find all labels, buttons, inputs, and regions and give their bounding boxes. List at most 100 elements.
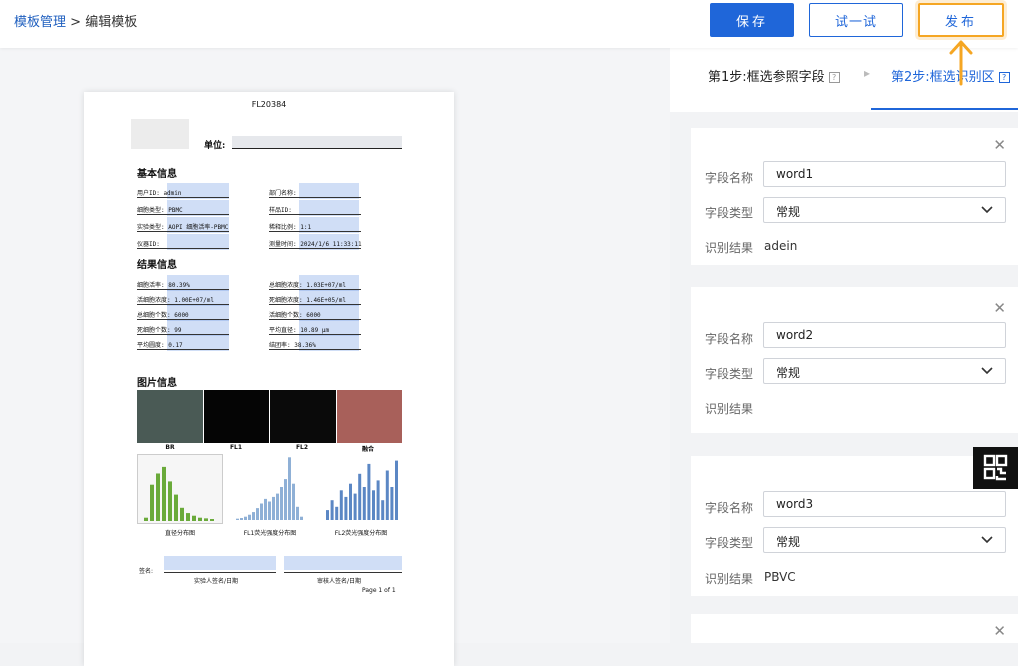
result-value: adein (764, 239, 798, 253)
sign-right-caption: 审核人签名/日期 (317, 578, 362, 585)
template-document[interactable]: FL20384 单位: 基本信息 结果信息 图片信息 BR FL1 FL2 融合 (84, 92, 454, 666)
basic-field-left-text: 实验类型: AOPI 细胞活率-PBMC (137, 224, 229, 231)
fl2Bars-bar (395, 460, 398, 520)
field-type-label: 字段类型 (705, 206, 754, 220)
fl2Bars-bar (390, 487, 394, 520)
section-images-title: 图片信息 (137, 378, 177, 389)
breadcrumb-parent-link[interactable]: 模板管理 (14, 15, 66, 30)
step-1-label: 第1步:框选参照字段 (708, 70, 825, 85)
fl1Bars-bar (268, 501, 271, 520)
try-button[interactable]: 试一试 (809, 3, 903, 37)
field-card: ✕ 字段名称 word1 字段类型 常规 识别结果 adein (691, 128, 1018, 265)
help-icon[interactable]: ? (828, 72, 840, 83)
basic-field-right-text: 部门名称: (269, 190, 297, 197)
breadcrumb-current: 编辑模板 (85, 15, 138, 30)
field-type-select[interactable]: 常规 (763, 197, 1006, 223)
fl2Bars-bar (381, 500, 385, 520)
diamBars-bar (168, 481, 172, 521)
field-name-label: 字段名称 (705, 171, 754, 185)
diamBars-bar (162, 466, 166, 521)
fl1Bars-bar (300, 516, 303, 520)
fl1Bars-bar (256, 508, 259, 520)
image-br (137, 390, 203, 443)
field-panel: 第1步:框选参照字段? ▸ 第2步:框选识别区? ✕ 字段名称 word1 字段… (670, 48, 1018, 643)
diamBars-bar (192, 515, 196, 521)
save-button[interactable]: 保存 (710, 3, 794, 37)
fl2Bars-bar (344, 496, 348, 520)
result-field-right-text: 总细胞浓度: 1.03E+07/ml (269, 282, 346, 289)
fl1Bars-bar (252, 512, 255, 520)
qr-code-icon (983, 454, 1008, 481)
field-type-label: 字段类型 (705, 536, 754, 550)
field-card: ✕ (691, 614, 1018, 643)
image-label-br: BR (165, 444, 175, 451)
basic-field-underline (269, 231, 361, 232)
close-icon[interactable]: ✕ (993, 622, 1006, 640)
basic-field-underline (269, 197, 361, 198)
document-canvas[interactable]: FL20384 单位: 基本信息 结果信息 图片信息 BR FL1 FL2 融合 (0, 48, 670, 666)
close-icon[interactable]: ✕ (993, 136, 1006, 154)
result-field-left-text: 细胞活率: 80.39% (137, 282, 190, 289)
field-type-value: 常规 (776, 205, 801, 219)
qr-code-button[interactable] (973, 447, 1018, 489)
basic-field-underline (137, 231, 229, 232)
active-step-underline (871, 108, 1018, 110)
fl1Bars-bar (296, 506, 299, 520)
publish-button[interactable]: 发布 (918, 3, 1004, 37)
image-label-fl2: FL2 (295, 444, 309, 451)
result-field-right-text: 平均直径: 10.89 μm (269, 327, 330, 334)
field-type-select[interactable]: 常规 (763, 358, 1006, 384)
field-type-select[interactable]: 常规 (763, 527, 1006, 553)
top-bar: 模板管理 > 编辑模板 保存 试一试 发布 (0, 0, 1018, 48)
result-value: PBVC (764, 570, 796, 584)
chart-label-fl2: FL2荧光强度分布图 (334, 530, 388, 537)
fl1Bars-bar (264, 498, 267, 520)
image-label-fl1: FL1 (229, 444, 243, 451)
result-field-right-text: 死细胞浓度: 1.46E+05/ml (269, 297, 346, 304)
chevron-down-icon (981, 536, 993, 544)
fl1Bars-bar (284, 479, 287, 520)
field-name-input[interactable]: word3 (763, 491, 1006, 517)
fl2Bars-bar (358, 473, 362, 520)
sign-label: 签名: (139, 568, 154, 575)
fl2Bars-bar (353, 493, 357, 520)
basic-field-underline (137, 197, 229, 198)
fl2Bars-bar (339, 490, 343, 520)
basic-field-underline (269, 214, 361, 215)
fl2Bars-bar (372, 490, 375, 520)
fl2Bars-bar (367, 463, 371, 520)
unit-label: 单位: (204, 141, 226, 151)
diameter-histogram (137, 454, 223, 524)
sign-left-caption: 实验人签名/日期 (194, 578, 239, 585)
result-field-left-text: 总细胞个数: 6000 (137, 312, 189, 319)
diamBars-bar (144, 517, 148, 521)
basic-field-underline (137, 214, 229, 215)
image-label-merge: 融合 (361, 446, 374, 453)
fl1Bars-bar (236, 518, 239, 520)
fl2Bars-bar (335, 506, 339, 520)
arrow-up-icon (949, 40, 973, 86)
help-icon[interactable]: ? (998, 72, 1010, 83)
diamBars-bar (156, 473, 160, 521)
step-1-tab[interactable]: 第1步:框选参照字段? (708, 66, 840, 85)
image-fl2 (269, 390, 336, 443)
fl1Bars-bar (272, 496, 275, 520)
field-name-input[interactable]: word1 (763, 161, 1006, 187)
basic-field-underline (269, 248, 361, 249)
diamBars-bar (186, 513, 190, 521)
close-icon[interactable]: ✕ (993, 299, 1006, 317)
basic-field-right-text: 样品ID: (269, 207, 292, 214)
diamBars-bar (150, 484, 154, 521)
diamBars-bar (180, 507, 184, 521)
diamBars-bar (198, 517, 202, 521)
chart-label-diameter: 直径分布图 (164, 530, 195, 537)
field-name-input[interactable]: word2 (763, 322, 1006, 348)
chevron-down-icon (981, 367, 993, 375)
doc-code: FL20384 (251, 100, 287, 109)
fl2Bars-bar (362, 487, 366, 520)
basic-field-underline (137, 248, 229, 249)
fl1Bars-bar (288, 457, 291, 520)
field-card: 字段名称 word3 字段类型 常规 识别结果 PBVC (691, 456, 1018, 596)
fl1Bars-bar (280, 487, 283, 520)
fl1Bars-bar (248, 514, 251, 520)
